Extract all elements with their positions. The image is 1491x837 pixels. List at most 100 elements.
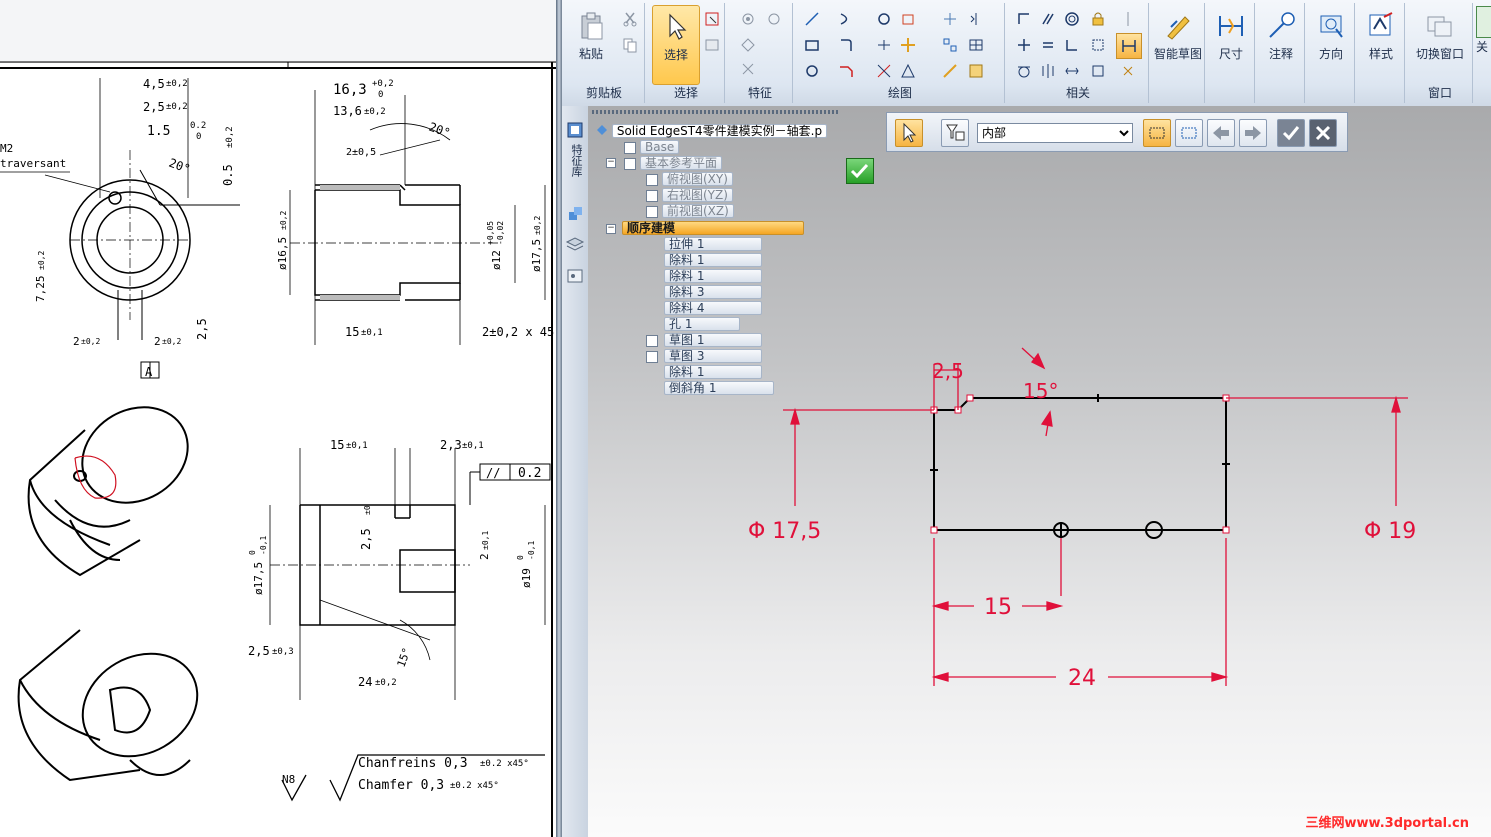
trim-icon[interactable] <box>876 37 892 53</box>
dim-13-6-tol: ±0,2 <box>364 107 386 117</box>
feature-icon-3[interactable] <box>740 37 756 53</box>
layers-icon[interactable] <box>565 234 585 254</box>
pattern-icon[interactable] <box>942 37 958 53</box>
feature-icon-1[interactable] <box>740 11 756 27</box>
dim-1-5-tol0: 0 <box>196 132 201 142</box>
copy-icon[interactable] <box>622 37 638 53</box>
maintain-relationships-icon[interactable] <box>1120 63 1136 79</box>
lock-icon[interactable] <box>1090 11 1106 27</box>
chamfer-icon[interactable] <box>838 63 854 79</box>
hatch-icon[interactable] <box>968 63 984 79</box>
dim-19-side: ø19 <box>520 568 533 588</box>
select-button[interactable]: 选择 <box>652 5 700 85</box>
rotate-icon[interactable] <box>900 63 916 79</box>
close-label: 关 <box>1476 40 1489 54</box>
dim-16-3: 16,3 <box>333 82 367 98</box>
pathfinder-tab-icon[interactable] <box>565 120 585 140</box>
style-button[interactable]: 样式 <box>1358 5 1404 83</box>
switch-window-button[interactable]: 切换窗口 <box>1410 5 1470 83</box>
group-label-feature: 特征 <box>747 86 772 100</box>
graphics-viewport[interactable]: Solid EdgeST4零件建模实例－轴套.p Base − 基本参考平面 俯… <box>588 106 1491 837</box>
tangent-icon[interactable] <box>1016 63 1032 79</box>
collinear-icon[interactable] <box>1090 37 1106 53</box>
pathfinder-tab-label[interactable]: 特征库 <box>568 144 583 177</box>
paste-button[interactable]: 粘贴 <box>568 5 614 83</box>
dimension-button[interactable]: 尺寸 <box>1208 5 1254 83</box>
parallel-icon[interactable] <box>1040 11 1056 27</box>
convert-icon[interactable] <box>942 11 958 27</box>
perpendicular-icon[interactable] <box>1016 11 1032 27</box>
smart-sketch-button[interactable]: 智能草图 <box>1154 5 1202 83</box>
dim-16-3-tol0: 0 <box>378 90 383 100</box>
mirror-icon[interactable] <box>968 11 984 27</box>
line-icon[interactable] <box>804 11 820 27</box>
section-hatch-top <box>320 185 400 190</box>
dim-20-deg-section: 20° <box>427 120 452 141</box>
ribbon-group-annotation: 注释 <box>1258 3 1305 103</box>
group-label-draw: 绘图 <box>887 86 912 100</box>
dim-4-5: 4,5 <box>143 77 165 91</box>
scale-icon[interactable] <box>942 63 958 79</box>
switch-window-label: 切换窗口 <box>1415 47 1464 61</box>
dim-4-5-tol: ±0,2 <box>166 79 188 89</box>
dim-2-x45: 2±0,2 x 45° <box>482 325 556 339</box>
table-icon[interactable] <box>968 37 984 53</box>
rectangle-icon[interactable] <box>804 37 820 53</box>
ribbon-group-smart: 智能草图 <box>1152 3 1205 103</box>
sensors-icon[interactable] <box>565 266 585 286</box>
select-arrow-icon <box>669 13 687 40</box>
horizontal-vertical-icon[interactable] <box>1064 37 1080 53</box>
extend-icon[interactable] <box>876 63 892 79</box>
fillet-icon[interactable] <box>838 37 854 53</box>
dim-2-5-side: 2,5 <box>359 528 373 550</box>
dim-2-0-5: 2±0,5 <box>346 147 376 158</box>
dim-15-deg-side: 15° <box>395 646 414 669</box>
sketch-dim-15[interactable]: 15 <box>984 595 1012 620</box>
sketch-dim-24[interactable]: 24 <box>1068 666 1096 691</box>
dim-19-side-tol2: -0,1 <box>527 541 536 560</box>
cut-icon[interactable] <box>622 11 638 27</box>
close-button[interactable]: 关 <box>1476 6 1491 86</box>
annotation-button[interactable]: 注释 <box>1258 5 1304 83</box>
rigid-icon[interactable] <box>1064 63 1080 79</box>
technical-drawing: 4,5 ±0,2 2,5 ±0,2 1.5 0.2 0 0.5 ±0,2 20°… <box>0 61 556 837</box>
circle-icon[interactable] <box>804 63 820 79</box>
box-select-icon[interactable] <box>704 11 720 27</box>
features-library-icon[interactable] <box>565 204 585 224</box>
feature-icon-4[interactable] <box>740 61 756 77</box>
dim-2-5-tol: ±0,2 <box>166 102 188 112</box>
feature-icon-2[interactable] <box>766 11 782 27</box>
sketch-dim-19[interactable]: Φ 19 <box>1364 519 1416 544</box>
dimension-label: 尺寸 <box>1218 47 1243 61</box>
arc-icon[interactable] <box>838 11 854 27</box>
note-chamfer: Chamfer 0,3 <box>358 778 444 793</box>
connect-icon[interactable] <box>1016 37 1032 53</box>
dim-2-left-tol: ±0,2 <box>81 337 100 346</box>
sketch-dim-17-5[interactable]: Φ 17,5 <box>748 519 821 544</box>
sketch-profile <box>930 394 1230 539</box>
orientation-button[interactable]: 方向 <box>1308 5 1354 83</box>
group-label-select: 选择 <box>673 86 698 100</box>
sketch-dim-15-deg[interactable]: 15° <box>1023 379 1058 403</box>
select-filter-icon[interactable] <box>704 37 720 53</box>
datum-a: A <box>145 365 153 379</box>
sketch-canvas[interactable]: 2,5 15° Φ 17,5 Φ 19 15 24 <box>588 106 1491 837</box>
dim-15: 15 <box>345 325 359 339</box>
fill-icon[interactable] <box>900 11 916 27</box>
smart-sketch-icon <box>1167 16 1190 40</box>
dim-2-5-horizontal: 2,5 <box>248 644 270 658</box>
symmetry-icon[interactable] <box>1040 63 1056 79</box>
equal-icon[interactable] <box>1040 37 1056 53</box>
ribbon: 粘贴 剪贴板 选择 选择 特征 绘图 相关 智能草图 尺寸 注释 方向 样式 切… <box>562 0 1491 107</box>
dim-2-right: 2 <box>154 335 161 348</box>
symmetric-icon[interactable] <box>1120 11 1136 27</box>
sketch-dim-2-5[interactable]: 2,5 <box>932 359 964 383</box>
move-icon[interactable] <box>900 37 916 53</box>
concentric-icon[interactable] <box>1064 11 1080 27</box>
relationship-handles-toggle[interactable] <box>1116 33 1142 59</box>
dim-0-5-tol: ±0,2 <box>225 126 235 148</box>
midpoint-icon[interactable] <box>1090 63 1106 79</box>
offset-icon[interactable] <box>876 11 892 27</box>
ribbon-group-clipboard: 粘贴 剪贴板 <box>564 3 645 103</box>
dim-2-side: 2 <box>478 553 491 560</box>
